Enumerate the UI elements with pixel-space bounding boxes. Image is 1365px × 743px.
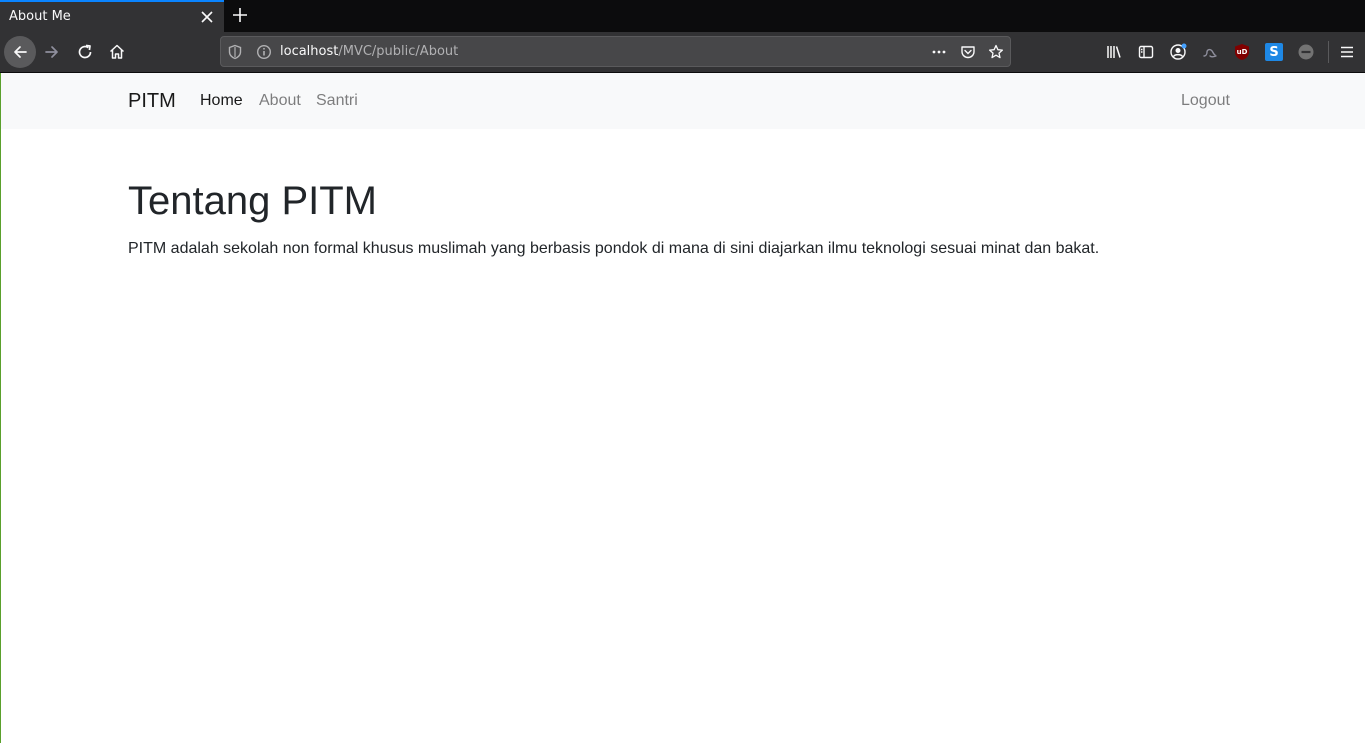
pocket-icon[interactable] [960,44,976,60]
new-tab-icon[interactable] [231,6,249,24]
page-title: Tentang PITM [128,179,378,223]
url-text[interactable]: localhost/MVC/public/About [280,44,458,59]
tab-strip: About Me [0,0,1365,32]
url-host: localhost [280,44,339,59]
shield-icon[interactable] [227,44,243,60]
main-content: Tentang PITM PITM adalah sekolah non for… [128,177,1238,261]
nav-toolbar: localhost/MVC/public/About uD S [0,32,1365,73]
home-button[interactable] [101,36,133,68]
nav-link-home[interactable]: Home [200,92,243,110]
navbar-brand[interactable]: PITM [128,90,176,113]
s-extension-label: S [1269,44,1279,60]
more-icon[interactable] [931,44,947,60]
nav-link-about[interactable]: About [259,92,301,110]
url-bar[interactable]: localhost/MVC/public/About [220,36,1011,67]
page-viewport: PITM Home About Santri Logout Tentang PI… [0,73,1365,743]
logout-link[interactable]: Logout [1181,92,1230,110]
reload-icon [78,44,92,59]
tab-active[interactable]: About Me [0,0,224,32]
toolbar-separator [1328,41,1329,63]
home-icon [109,44,125,59]
back-icon [14,46,27,58]
account-icon[interactable] [1169,43,1187,61]
close-icon[interactable] [199,9,215,25]
star-icon[interactable] [988,44,1004,60]
reload-button[interactable] [69,36,101,68]
library-icon[interactable] [1105,43,1123,61]
ublock-icon[interactable]: uD [1233,43,1251,61]
nav-link-santri[interactable]: Santri [316,92,358,110]
sidebar-icon[interactable] [1137,43,1155,61]
url-path: /MVC/public/About [338,44,459,59]
ublock-label: uD [1236,48,1248,56]
tab-title: About Me [9,9,71,24]
menu-icon[interactable] [1338,43,1356,61]
extension-icon[interactable] [1201,43,1219,61]
back-button[interactable] [4,36,36,68]
info-icon[interactable] [256,44,272,60]
s-extension-icon[interactable]: S [1265,43,1283,61]
about-text: PITM adalah sekolah non formal khusus mu… [128,240,1100,257]
blocked-icon[interactable] [1297,43,1315,61]
forward-button[interactable] [36,36,68,68]
site-navbar: PITM Home About Santri Logout [1,73,1365,129]
forward-icon [45,46,58,58]
